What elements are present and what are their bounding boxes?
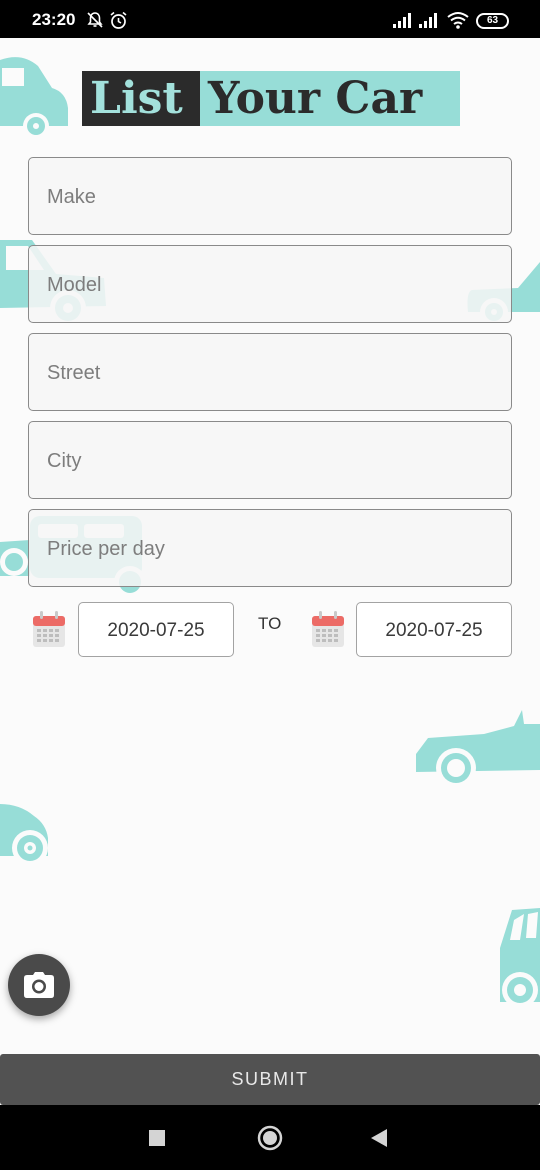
navigation-bar <box>0 1105 540 1170</box>
wifi-icon <box>447 12 469 29</box>
home-icon[interactable] <box>257 1125 283 1151</box>
bell-off-icon <box>87 12 103 28</box>
car-illustration-icon <box>500 908 540 1008</box>
calendar-icon[interactable] <box>32 610 66 648</box>
date-range-separator: TO <box>258 614 282 633</box>
car-illustration-icon <box>0 804 48 866</box>
model-placeholder: Model <box>47 274 102 296</box>
camera-icon <box>24 972 54 998</box>
status-time: 23:20 <box>32 10 76 29</box>
city-placeholder: City <box>47 450 82 472</box>
title-part-list: List <box>82 71 200 126</box>
model-field[interactable]: Model <box>28 245 512 323</box>
start-date-field[interactable]: 2020-07-25 <box>78 602 234 657</box>
status-bar: 23:20 63 <box>0 0 540 38</box>
street-field[interactable]: Street <box>28 333 512 411</box>
street-placeholder: Street <box>47 362 101 384</box>
alarm-icon <box>110 11 127 29</box>
battery-icon: 63 <box>476 13 509 29</box>
city-field[interactable]: City <box>28 421 512 499</box>
price-per-day-field[interactable]: Price per day <box>28 509 512 587</box>
signal-icon <box>393 13 411 28</box>
end-date-field[interactable]: 2020-07-25 <box>356 602 512 657</box>
make-field[interactable]: Make <box>28 157 512 235</box>
signal-icon <box>419 13 437 28</box>
page-title: List Your Car <box>82 71 460 126</box>
back-icon[interactable] <box>370 1128 388 1148</box>
make-placeholder: Make <box>47 186 96 208</box>
car-illustration-icon <box>416 710 540 788</box>
camera-button[interactable] <box>8 954 70 1016</box>
price-placeholder: Price per day <box>47 538 165 560</box>
submit-button[interactable]: SUBMIT <box>0 1054 540 1105</box>
title-part-your-car: Your Car <box>200 71 460 126</box>
calendar-icon[interactable] <box>311 610 345 648</box>
recent-apps-icon[interactable] <box>148 1129 166 1147</box>
car-illustration-icon <box>0 57 68 139</box>
